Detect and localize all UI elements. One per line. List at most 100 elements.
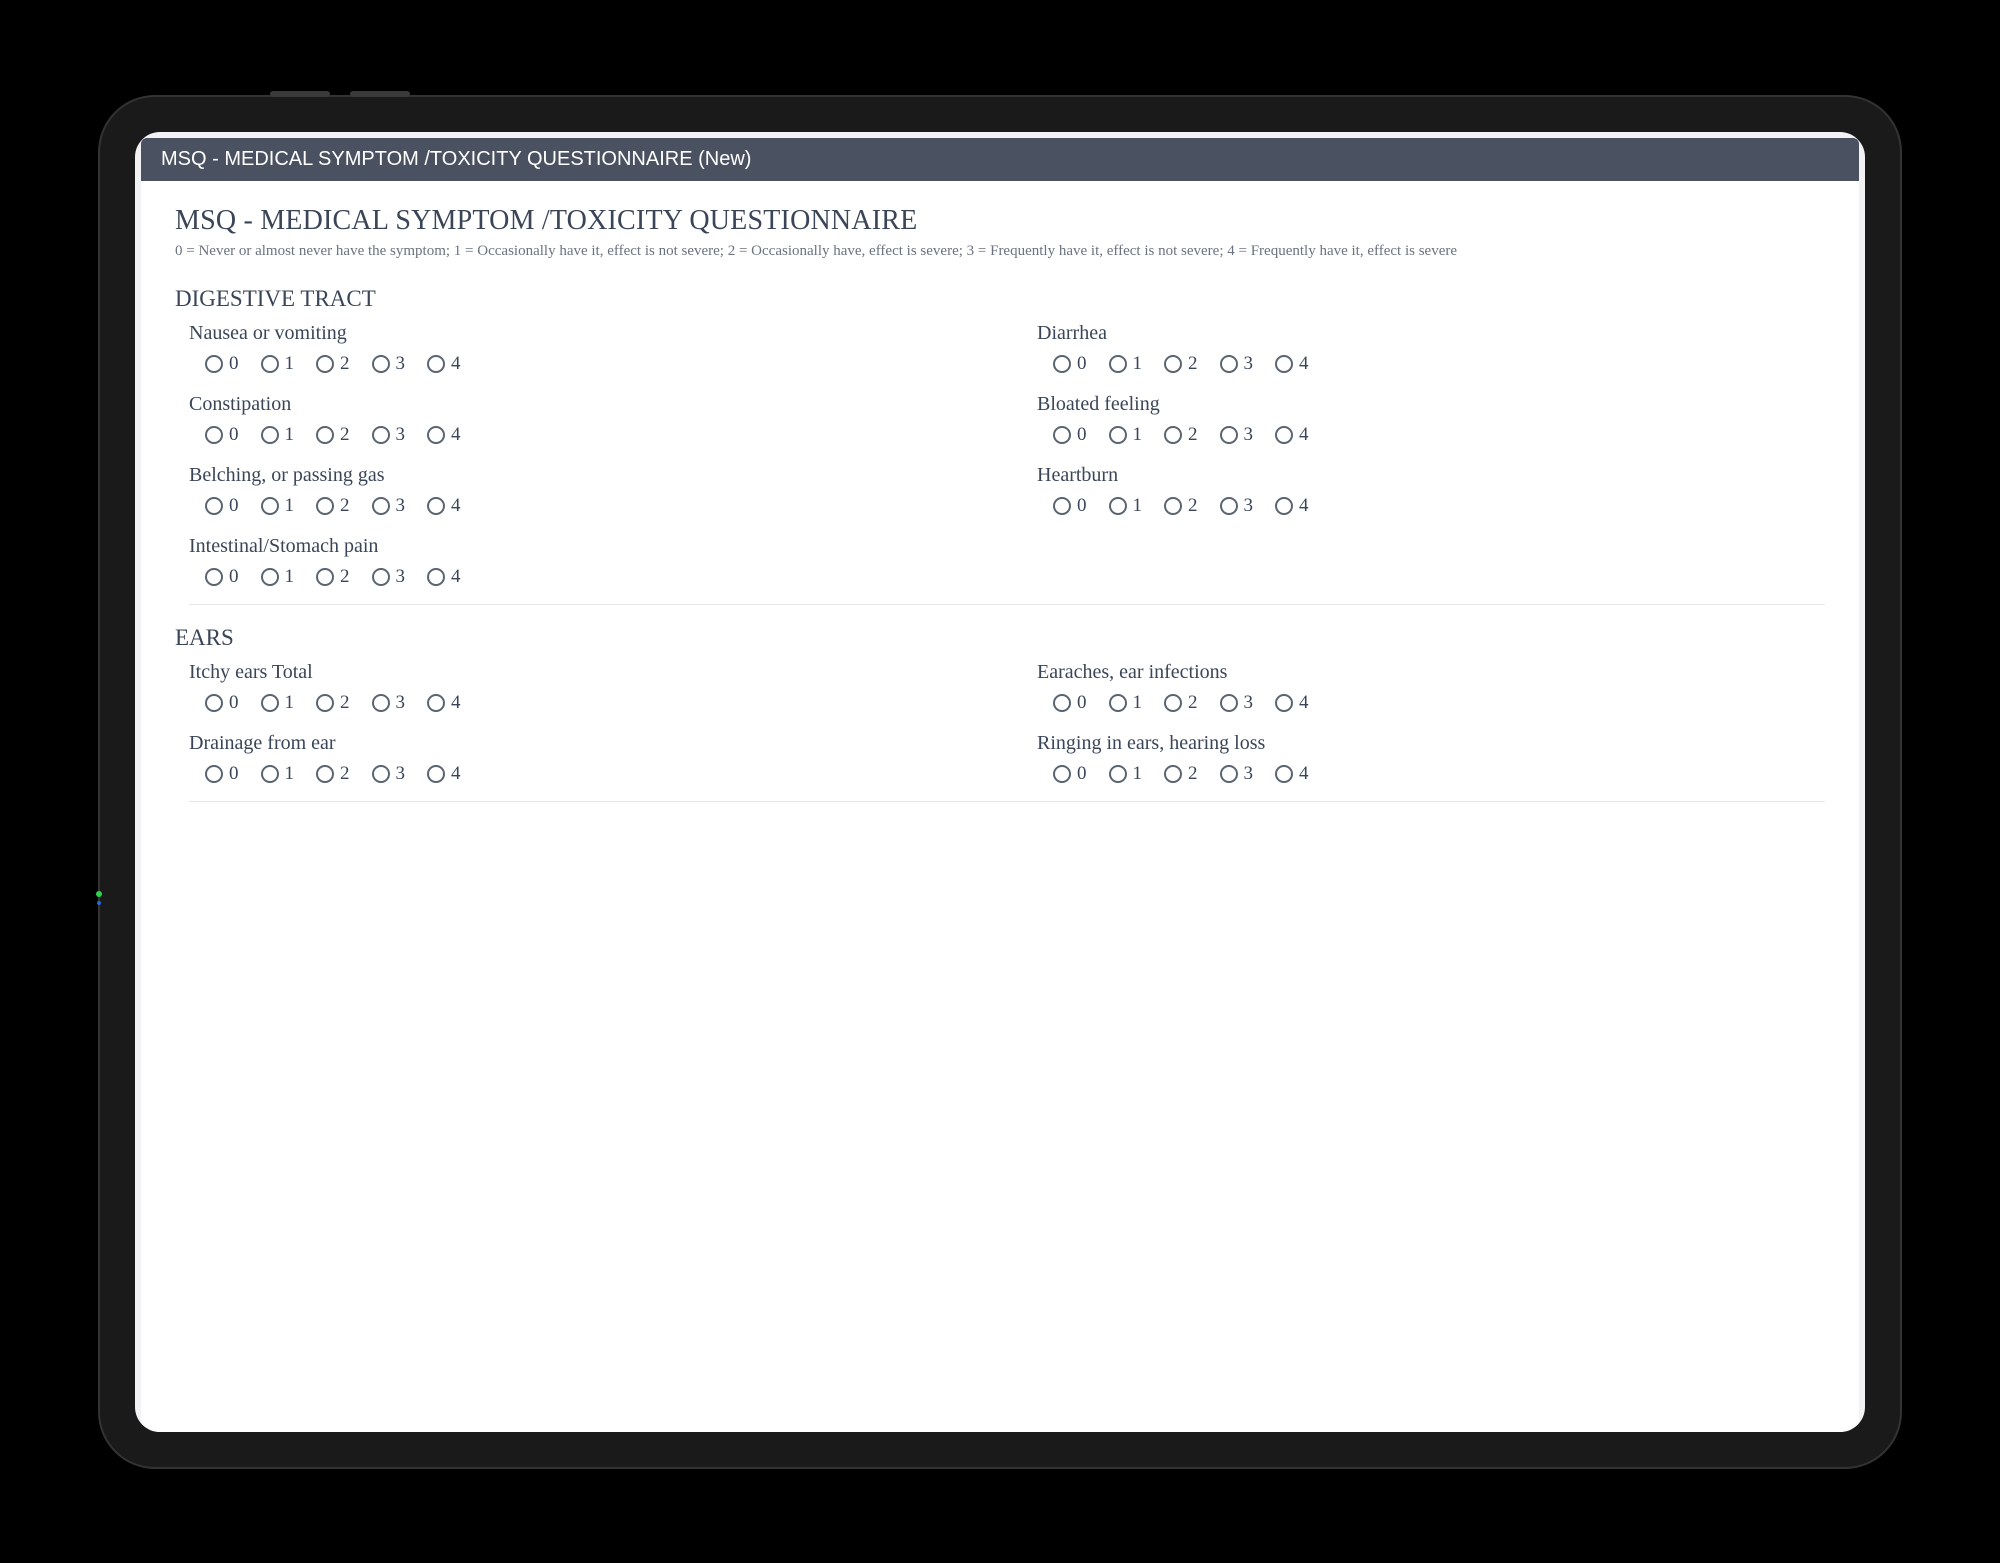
radio-icon[interactable] [1053,497,1071,515]
radio-option[interactable]: 2 [316,692,350,714]
radio-option[interactable]: 1 [1109,353,1143,375]
radio-icon[interactable] [261,568,279,586]
radio-option[interactable]: 4 [427,495,461,517]
radio-icon[interactable] [1053,355,1071,373]
radio-icon[interactable] [316,355,334,373]
radio-option[interactable]: 1 [261,566,295,588]
radio-icon[interactable] [205,355,223,373]
radio-icon[interactable] [261,497,279,515]
radio-option[interactable]: 0 [1053,763,1087,785]
radio-option[interactable]: 4 [1275,353,1309,375]
radio-icon[interactable] [1109,765,1127,783]
radio-option[interactable]: 1 [1109,495,1143,517]
radio-icon[interactable] [1220,765,1238,783]
radio-icon[interactable] [261,765,279,783]
radio-icon[interactable] [1164,694,1182,712]
radio-icon[interactable] [427,568,445,586]
radio-option[interactable]: 3 [372,692,406,714]
radio-icon[interactable] [372,355,390,373]
radio-option[interactable]: 1 [1109,692,1143,714]
radio-option[interactable]: 2 [1164,763,1198,785]
radio-option[interactable]: 1 [261,763,295,785]
radio-icon[interactable] [427,694,445,712]
radio-option[interactable]: 2 [316,495,350,517]
radio-icon[interactable] [1275,694,1293,712]
radio-option[interactable]: 0 [1053,495,1087,517]
radio-icon[interactable] [1275,497,1293,515]
radio-icon[interactable] [261,355,279,373]
radio-icon[interactable] [1164,497,1182,515]
radio-icon[interactable] [1275,765,1293,783]
radio-icon[interactable] [1220,426,1238,444]
radio-option[interactable]: 3 [1220,763,1254,785]
radio-option[interactable]: 1 [261,353,295,375]
radio-icon[interactable] [1275,426,1293,444]
radio-icon[interactable] [427,355,445,373]
radio-icon[interactable] [1275,355,1293,373]
radio-option[interactable]: 3 [1220,353,1254,375]
radio-option[interactable]: 4 [1275,692,1309,714]
radio-option[interactable]: 1 [1109,763,1143,785]
radio-icon[interactable] [1109,426,1127,444]
radio-option[interactable]: 3 [372,353,406,375]
radio-option[interactable]: 4 [1275,495,1309,517]
radio-option[interactable]: 2 [1164,692,1198,714]
radio-icon[interactable] [1220,497,1238,515]
radio-option[interactable]: 2 [316,763,350,785]
radio-option[interactable]: 0 [205,763,239,785]
radio-option[interactable]: 0 [205,692,239,714]
radio-option[interactable]: 4 [1275,424,1309,446]
radio-icon[interactable] [316,426,334,444]
radio-option[interactable]: 1 [261,424,295,446]
radio-option[interactable]: 0 [1053,353,1087,375]
radio-option[interactable]: 4 [427,424,461,446]
radio-option[interactable]: 0 [1053,424,1087,446]
radio-icon[interactable] [427,497,445,515]
radio-option[interactable]: 0 [205,495,239,517]
radio-option[interactable]: 3 [372,495,406,517]
radio-icon[interactable] [316,568,334,586]
radio-icon[interactable] [205,568,223,586]
radio-icon[interactable] [316,765,334,783]
radio-option[interactable]: 0 [205,424,239,446]
radio-option[interactable]: 0 [1053,692,1087,714]
radio-icon[interactable] [372,497,390,515]
radio-option[interactable]: 3 [372,763,406,785]
volume-down-button[interactable] [350,91,410,97]
radio-icon[interactable] [1109,497,1127,515]
radio-option[interactable]: 1 [1109,424,1143,446]
radio-option[interactable]: 3 [372,566,406,588]
radio-icon[interactable] [1164,765,1182,783]
radio-option[interactable]: 4 [1275,763,1309,785]
radio-option[interactable]: 2 [316,353,350,375]
radio-icon[interactable] [261,694,279,712]
radio-icon[interactable] [1053,765,1071,783]
radio-option[interactable]: 3 [1220,495,1254,517]
radio-icon[interactable] [1109,694,1127,712]
radio-option[interactable]: 2 [316,566,350,588]
volume-up-button[interactable] [270,91,330,97]
radio-icon[interactable] [316,497,334,515]
radio-icon[interactable] [1220,355,1238,373]
radio-option[interactable]: 1 [261,495,295,517]
radio-option[interactable]: 4 [427,353,461,375]
radio-icon[interactable] [1053,694,1071,712]
radio-option[interactable]: 3 [1220,692,1254,714]
radio-icon[interactable] [1109,355,1127,373]
radio-icon[interactable] [427,426,445,444]
radio-icon[interactable] [427,765,445,783]
radio-icon[interactable] [205,426,223,444]
radio-icon[interactable] [205,497,223,515]
radio-option[interactable]: 2 [316,424,350,446]
radio-option[interactable]: 2 [1164,495,1198,517]
radio-icon[interactable] [316,694,334,712]
radio-icon[interactable] [1053,426,1071,444]
radio-option[interactable]: 2 [1164,424,1198,446]
radio-icon[interactable] [1164,426,1182,444]
radio-option[interactable]: 3 [372,424,406,446]
radio-icon[interactable] [1220,694,1238,712]
radio-option[interactable]: 1 [261,692,295,714]
radio-icon[interactable] [261,426,279,444]
radio-icon[interactable] [205,765,223,783]
radio-icon[interactable] [372,568,390,586]
